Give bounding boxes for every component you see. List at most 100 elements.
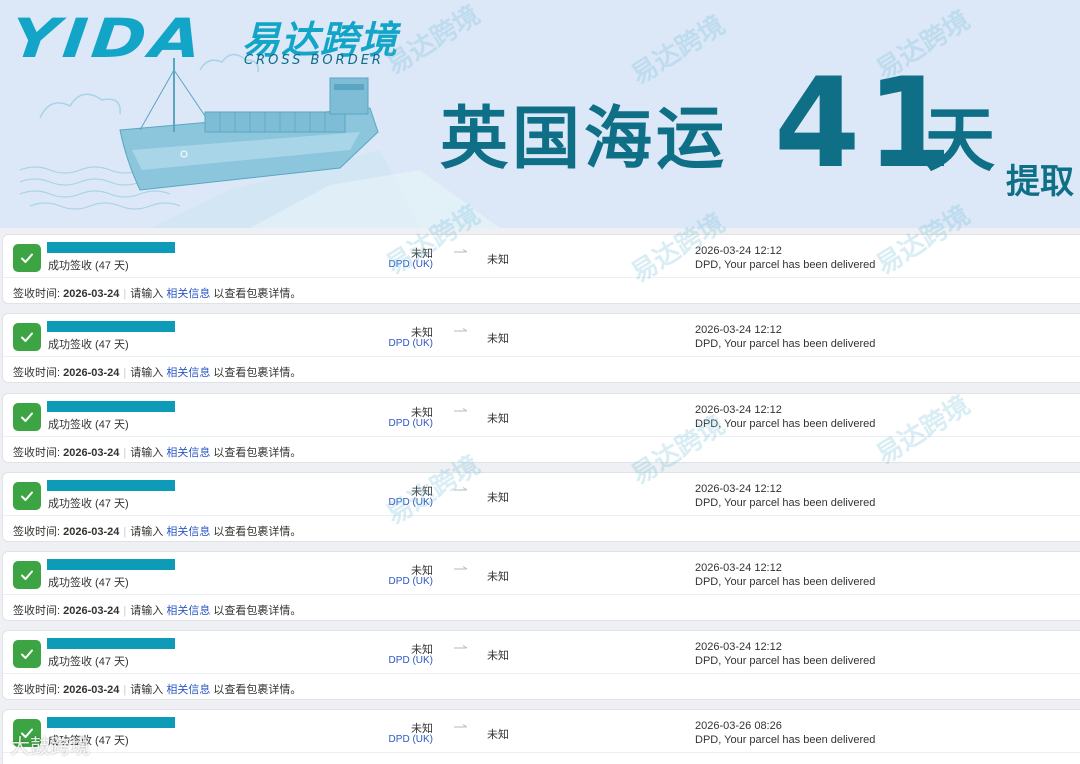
card-footer: 签收时间: 2026-03-24 | 请输入 相关信息 以查看包裹详情。 (13, 444, 301, 460)
signed-date: 2026-03-24 (63, 605, 120, 617)
carrier-link[interactable]: DPD (UK) (363, 576, 433, 587)
related-info-link[interactable]: 相关信息 (166, 447, 210, 459)
check-icon[interactable] (13, 244, 41, 272)
tracking-record-card[interactable]: 成功签收 (47 天) 未知 DPD (UK) 未知 2026-03-24 12:12 D… (2, 472, 1080, 542)
footer-prompt: 请输入 (130, 526, 164, 538)
signed-date: 2026-03-24 (63, 684, 120, 696)
footer-prompt: 请输入 (130, 447, 164, 459)
headline-uk-sea-freight: 英国海运 (440, 100, 729, 179)
signed-time-label: 签收时间: (13, 367, 61, 379)
latest-event-time: 2026-03-24 12:12 (695, 562, 782, 574)
latest-event-description: DPD, Your parcel has been delivered (695, 338, 876, 350)
signed-time-label: 签收时间: (13, 447, 61, 459)
arrow-right-icon (454, 408, 468, 412)
tracking-record-card[interactable]: 成功签收 (47 天) 未知 DPD (UK) 未知 2026-03-26 08:26 D… (2, 709, 1080, 764)
delivery-status: 成功签收 (47 天) (48, 656, 129, 668)
card-divider (3, 436, 1080, 437)
signed-time-label: 签收时间: (13, 526, 61, 538)
tracking-number-redacted (47, 638, 175, 649)
card-divider (3, 356, 1080, 357)
check-icon[interactable] (13, 482, 41, 510)
arrow-right-icon (454, 724, 468, 728)
card-footer: 签收时间: 2026-03-24 | 请输入 相关信息 以查看包裹详情。 (13, 364, 301, 380)
pickup-label: 提取 (1006, 162, 1074, 202)
related-info-link[interactable]: 相关信息 (166, 367, 210, 379)
footer-separator: | (123, 367, 127, 379)
latest-event-time: 2026-03-26 08:26 (695, 720, 782, 732)
card-divider (3, 277, 1080, 278)
latest-event-time: 2026-03-24 12:12 (695, 483, 782, 495)
tracking-record-card[interactable]: 成功签收 (47 天) 未知 DPD (UK) 未知 2026-03-24 12:12 D… (2, 551, 1080, 621)
tracking-record-card[interactable]: 成功签收 (47 天) 未知 DPD (UK) 未知 2026-03-24 12:12 D… (2, 393, 1080, 463)
tracking-number-redacted (47, 242, 175, 253)
destination-country: 未知 (487, 492, 509, 504)
check-icon[interactable] (13, 561, 41, 589)
carrier-link[interactable]: DPD (UK) (363, 734, 433, 745)
corner-watermark: 大鼓跨境 (10, 734, 90, 758)
related-info-link[interactable]: 相关信息 (166, 288, 210, 300)
destination-country: 未知 (487, 571, 509, 583)
delivery-status: 成功签收 (47 天) (48, 498, 129, 510)
arrow-right-icon (454, 566, 468, 570)
carrier-link[interactable]: DPD (UK) (363, 655, 433, 666)
carrier-link[interactable]: DPD (UK) (363, 259, 433, 270)
delivery-days-unit: 天 (925, 99, 995, 181)
related-info-link[interactable]: 相关信息 (166, 684, 210, 696)
latest-event-description: DPD, Your parcel has been delivered (695, 734, 876, 746)
footer-prompt: 请输入 (130, 288, 164, 300)
carrier-link[interactable]: DPD (UK) (363, 418, 433, 429)
check-icon[interactable] (13, 640, 41, 668)
footer-separator: | (123, 605, 127, 617)
brand-logo: YIDA (7, 7, 209, 71)
tracking-number-redacted (47, 401, 175, 412)
delivery-status: 成功签收 (47 天) (48, 260, 129, 272)
tracking-number-redacted (47, 321, 175, 332)
destination-country: 未知 (487, 254, 509, 266)
related-info-link[interactable]: 相关信息 (166, 526, 210, 538)
tracking-number-redacted (47, 717, 175, 728)
card-divider (3, 594, 1080, 595)
delivery-status: 成功签收 (47 天) (48, 339, 129, 351)
tracking-record-card[interactable]: 成功签收 (47 天) 未知 DPD (UK) 未知 2026-03-24 12:12 D… (2, 234, 1080, 304)
tracking-number-redacted (47, 480, 175, 491)
footer-suffix: 以查看包裹详情。 (213, 367, 302, 379)
check-icon[interactable] (13, 403, 41, 431)
card-footer: 签收时间: 2026-03-24 | 请输入 相关信息 以查看包裹详情。 (13, 523, 301, 539)
tracking-record-card[interactable]: 成功签收 (47 天) 未知 DPD (UK) 未知 2026-03-24 12:12 D… (2, 313, 1080, 383)
card-divider (3, 673, 1080, 674)
latest-event-description: DPD, Your parcel has been delivered (695, 259, 876, 271)
latest-event-description: DPD, Your parcel has been delivered (695, 418, 876, 430)
card-divider (3, 752, 1080, 753)
card-footer: 签收时间: 2026-03-24 | 请输入 相关信息 以查看包裹详情。 (13, 681, 301, 697)
footer-separator: | (123, 447, 127, 459)
tracking-number-redacted (47, 559, 175, 570)
card-footer: 签收时间: 2026-03-24 | 请输入 相关信息 以查看包裹详情。 (13, 285, 301, 301)
latest-event-time: 2026-03-24 12:12 (695, 324, 782, 336)
latest-event-description: DPD, Your parcel has been delivered (695, 497, 876, 509)
latest-event-time: 2026-03-24 12:12 (695, 404, 782, 416)
check-icon[interactable] (13, 323, 41, 351)
carrier-link[interactable]: DPD (UK) (363, 497, 433, 508)
carrier-link[interactable]: DPD (UK) (363, 338, 433, 349)
latest-event-time: 2026-03-24 12:12 (695, 641, 782, 653)
footer-suffix: 以查看包裹详情。 (213, 684, 302, 696)
arrow-right-icon (454, 487, 468, 491)
signed-date: 2026-03-24 (63, 526, 120, 538)
footer-suffix: 以查看包裹详情。 (213, 526, 302, 538)
related-info-link[interactable]: 相关信息 (166, 605, 210, 617)
signed-date: 2026-03-24 (63, 447, 120, 459)
signed-time-label: 签收时间: (13, 684, 61, 696)
latest-event-description: DPD, Your parcel has been delivered (695, 576, 876, 588)
arrow-right-icon (454, 645, 468, 649)
card-footer: 签收时间: 2026-03-24 | 请输入 相关信息 以查看包裹详情。 (13, 602, 301, 618)
latest-event-time: 2026-03-24 12:12 (695, 245, 782, 257)
signed-time-label: 签收时间: (13, 288, 61, 300)
destination-country: 未知 (487, 729, 509, 741)
signed-date: 2026-03-24 (63, 288, 120, 300)
brand-logo-subtitle: CROSS BORDER (244, 53, 384, 68)
delivery-status: 成功签收 (47 天) (48, 419, 129, 431)
footer-suffix: 以查看包裹详情。 (213, 447, 302, 459)
footer-suffix: 以查看包裹详情。 (213, 288, 302, 300)
footer-prompt: 请输入 (130, 684, 164, 696)
tracking-record-card[interactable]: 成功签收 (47 天) 未知 DPD (UK) 未知 2026-03-24 12:12 D… (2, 630, 1080, 700)
